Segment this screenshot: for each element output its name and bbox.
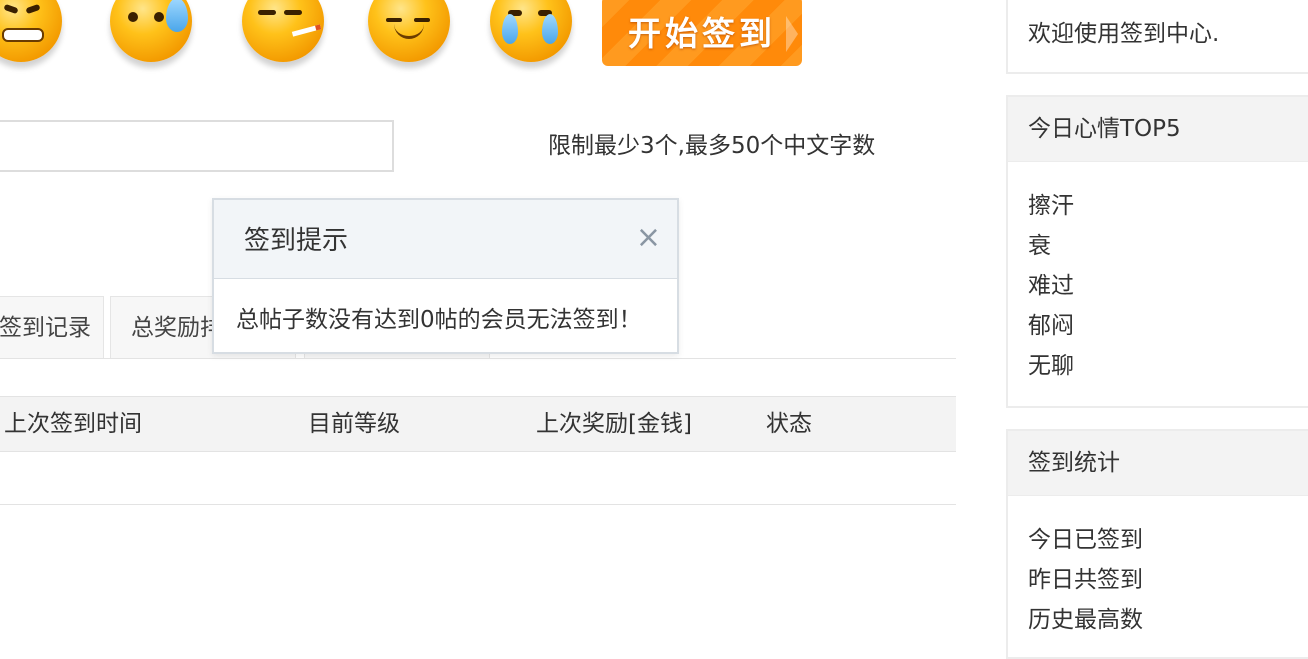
mood-top5-panel: 今日心情TOP5 擦汗 衰 难过 郁闷 无聊: [1006, 95, 1308, 408]
start-signin-label: 开始签到: [628, 14, 776, 53]
stats-item: 今日已签到: [1028, 527, 1143, 553]
bored-emoticon-icon[interactable]: [368, 0, 450, 62]
smoking-emoticon-icon[interactable]: [242, 0, 324, 62]
signin-stats-panel: 签到统计 今日已签到 昨日共签到 历史最高数: [1006, 429, 1308, 659]
col-status: 状态: [766, 411, 812, 437]
emoticon-mouth: [394, 24, 424, 39]
welcome-panel: 欢迎使用签到中心.: [1006, 0, 1308, 74]
emoticon-eye: [25, 3, 41, 15]
panel-title: 今日心情TOP5: [1008, 97, 1308, 162]
mood-item: 难过: [1028, 273, 1074, 299]
emoticon-eye: [154, 12, 164, 22]
tab-label: 总奖励排: [131, 315, 223, 341]
stats-item: 历史最高数: [1028, 607, 1143, 633]
panel-title: 签到统计: [1008, 431, 1308, 496]
emoticon-eye: [3, 3, 19, 15]
emoticon-eye: [258, 10, 276, 15]
emoticon-eye: [128, 12, 138, 22]
limit-hint: 限制最少3个,最多50个中文字数: [548, 133, 876, 159]
tab-label: 签到记录: [0, 315, 91, 341]
dialog-title: 签到提示: [244, 226, 349, 256]
emoticon-eye: [414, 18, 430, 22]
mood-item: 郁闷: [1028, 313, 1074, 339]
tear-drop: [542, 14, 558, 44]
start-signin-button[interactable]: 开始签到: [602, 0, 802, 66]
signin-alert-dialog: 签到提示 × 总帖子数没有达到0帖的会员无法签到！: [212, 198, 679, 354]
mood-item: 擦汗: [1028, 193, 1074, 219]
emoticon-mouth: [2, 28, 44, 42]
table-bottom-border: [0, 504, 956, 505]
dialog-message: 总帖子数没有达到0帖的会员无法签到！: [236, 307, 642, 333]
cigarette: [291, 24, 322, 37]
col-current-level: 目前等级: [308, 411, 400, 437]
close-icon[interactable]: ×: [636, 220, 661, 256]
emoticon-eye: [386, 18, 402, 22]
mood-input[interactable]: [0, 120, 394, 172]
sweat-emoticon-icon[interactable]: [110, 0, 192, 62]
sweat-drop: [166, 0, 188, 32]
arrow-right-icon: [786, 16, 798, 52]
mood-item: 无聊: [1028, 353, 1074, 379]
tab-signin-records[interactable]: 签到记录: [0, 296, 104, 358]
tab-divider: [0, 358, 956, 359]
col-last-reward: 上次奖励[金钱]: [536, 411, 692, 437]
stats-item: 昨日共签到: [1028, 567, 1143, 593]
records-table-header: 上次签到时间 目前等级 上次奖励[金钱] 状态: [0, 396, 956, 452]
dialog-header: 签到提示 ×: [214, 200, 677, 279]
tear-drop: [502, 14, 518, 44]
crying-emoticon-icon[interactable]: [490, 0, 572, 62]
col-last-signin-time: 上次签到时间: [4, 411, 142, 437]
angry-grin-emoticon-icon[interactable]: [0, 0, 62, 62]
mood-item: 衰: [1028, 233, 1051, 259]
welcome-text: 欢迎使用签到中心.: [1028, 21, 1220, 47]
emoticon-eye: [284, 10, 302, 15]
